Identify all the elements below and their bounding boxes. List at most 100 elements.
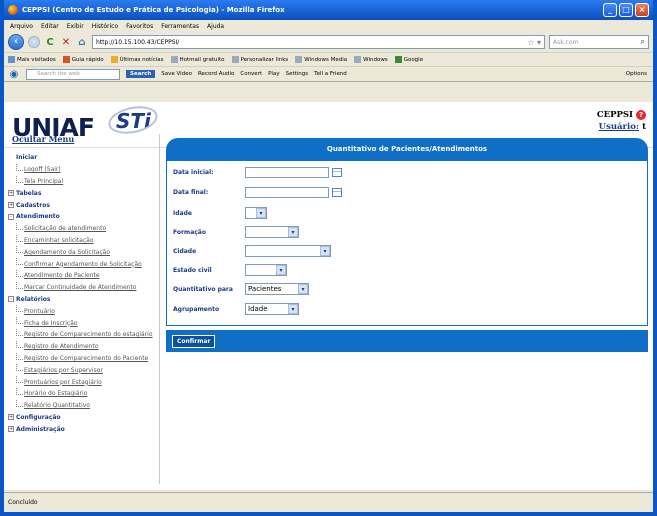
data-inicial-input[interactable] [245,167,329,178]
label-agrupamento: Agrupamento [173,305,220,313]
url-bar[interactable]: http://10.15.100.43/CEPPSI/ ☆ ▾ [92,35,545,49]
bookmark-windows-media[interactable]: Windows Media [295,56,347,63]
menu-registro-de-comparecimento-do-estagiario-link[interactable]: Registro de Comparecimento do estagiário [8,328,159,341]
menu-registro-de-atendimento-link[interactable]: Registro de Atendimento [8,340,159,353]
menu-administracao-group[interactable]: + Administração [8,423,159,435]
cidade-select[interactable]: ▾ [245,245,331,257]
menu-relatorios-group[interactable]: - Relatórios [8,294,159,306]
collapse-icon[interactable]: - [8,213,14,220]
menu-tela-principal-link[interactable]: Tela Principal [8,175,159,188]
menu-prontuario-link[interactable]: Prontuário [8,305,159,317]
menu-horario-do-estagiario-link[interactable]: Horário do Estagiário [8,387,159,400]
label-estado-civil: Estado civil [173,266,212,274]
calendar-icon[interactable] [332,168,342,177]
page-icon [295,56,303,63]
confirm-button[interactable]: Confirmar [172,334,216,348]
chevron-down-icon: ▾ [288,227,298,237]
sidebar-menu: Ocultar Menu Iniciar Logoff (Sair) Tela Pr… [8,134,160,484]
toolbar-tell-a-friend[interactable]: Tell a Friend [314,71,347,77]
status-text: Concluído [8,499,38,506]
search-icon[interactable]: ⌕ [641,37,645,47]
row-quantitativo: Quantitativo para Pacientes ▾ [173,283,309,295]
toolbar-convert[interactable]: Convert [240,71,262,77]
expand-icon[interactable]: + [8,190,14,197]
menu-registro-de-comparecimento-do-paciente-link[interactable]: Registro de Comparecimento do Paciente [8,352,159,365]
menu-agendamento-da-solicitacao-link[interactable]: Agendamento da Solicitação [8,246,159,258]
bookmark-ultimas-noticias[interactable]: Últimas notícias [110,56,164,63]
label-formacao: Formação [173,228,206,236]
estado-civil-select[interactable]: ▾ [245,264,287,276]
toolbar-play[interactable]: Play [268,71,279,77]
url-text: http://10.15.100.43/CEPPSI/ [96,38,180,46]
bookmark-personalizar-links[interactable]: Personalizar links [231,56,288,63]
row-data-inicial: Data inicial: [173,167,342,178]
toolbar-record-audio[interactable]: Record Audio [198,71,234,77]
data-final-input[interactable] [245,187,329,198]
menu-group-label: Atendimento [16,213,60,221]
menu-historico[interactable]: Histórico [92,23,118,30]
forward-button[interactable]: › [28,36,40,48]
menu-encaminhar-solicitacao-link[interactable]: Encaminhar solicitação [8,234,159,247]
toolbar-save-video[interactable]: Save Video [161,71,192,77]
stop-icon[interactable]: ✕ [60,36,72,48]
menu-tabelas-group[interactable]: + Tabelas [8,187,159,199]
bookmark-windows[interactable]: Windows [354,56,388,63]
menu-exibir[interactable]: Exibir [67,23,84,30]
menu-marcar-continuidade-de-atendimento-link[interactable]: Marcar Continuidade de Atendimento [8,281,159,294]
expand-icon[interactable]: + [8,414,14,421]
home-icon[interactable]: ⌂ [76,36,88,48]
menu-tree: Iniciar Logoff (Sair) Tela Principal + Tabel… [8,152,159,435]
menu-solicitacao-de-atendimento-link[interactable]: Solicitação de atendimento [8,222,159,235]
menu-atendimento-de-paciente-link[interactable]: Atendimento de Paciente [8,269,159,282]
toolbar-options[interactable]: Options [626,71,647,77]
toolbar-search-input[interactable]: Search the web [26,68,120,80]
bookmark-guia-rapido[interactable]: Guia rápido [62,56,104,63]
bookmark-google[interactable]: Google [394,56,423,63]
bookmark-star-icon[interactable]: ☆ ▾ [527,38,541,47]
rss-icon [110,56,118,63]
menu-iniciar-group[interactable]: Iniciar [8,152,159,164]
idade-select[interactable]: ▾ [245,207,267,219]
minimize-button[interactable]: _ [603,3,617,17]
toolbar-logo-icon: ◉ [9,68,19,80]
user-link[interactable]: Usuário: [599,122,639,132]
row-data-final: Data final: [173,187,342,198]
back-button[interactable]: ‹ [8,34,24,50]
menu-editar[interactable]: Editar [41,23,59,30]
toolbar-search-button[interactable]: Search [126,70,156,78]
row-idade: Idade ▾ [173,207,267,219]
collapse-icon[interactable]: - [8,296,14,303]
bookmark-icon [8,56,15,63]
reload-icon[interactable]: C [44,36,56,48]
org-name: CEPPSI [596,110,634,120]
label-data-final: Data final: [173,189,209,196]
calendar-icon[interactable] [332,188,342,197]
help-icon[interactable]: ? [636,110,646,120]
quantitativo-select[interactable]: Pacientes ▾ [245,283,309,295]
menu-favoritos[interactable]: Favoritos [126,23,153,30]
close-button[interactable]: × [635,3,649,17]
menu-ajuda[interactable]: Ajuda [207,23,224,30]
menu-prontuarios-por-estagiario-link[interactable]: Prontuários por Estagiário [8,376,159,388]
formacao-select[interactable]: ▾ [245,226,299,238]
hide-menu-link[interactable]: Ocultar Menu [12,134,159,144]
search-input[interactable]: Ask.com ⌕ [549,35,649,49]
menu-confirmar-agendamento-de-solicitacao-link[interactable]: Confirmar Agendamento de Solicitação [8,258,159,270]
bookmark-mais-visitados[interactable]: Mais visitados [8,56,56,63]
menu-relatorio-quantitativo-link[interactable]: Relatório Quantitativo [8,399,159,412]
agrupamento-select[interactable]: Idade ▾ [245,303,299,315]
menu-logoff-sair-link[interactable]: Logoff (Sair) [8,163,159,176]
menu-ficha-de-inscricao-link[interactable]: Ficha de Inscrição [8,317,159,329]
menu-cadastros-group[interactable]: + Cadastros [8,199,159,211]
toolbar-settings[interactable]: Settings [286,71,309,77]
expand-icon[interactable]: + [8,426,14,433]
maximize-button[interactable]: □ [619,3,633,17]
bookmark-hotmail[interactable]: Hotmail gratuito [170,56,225,63]
menu-estagiarios-por-supervisor-link[interactable]: Estagiários por Supervisor [8,364,159,376]
menu-configuracao-group[interactable]: + Configuração [8,412,159,424]
menu-arquivo[interactable]: Arquivo [10,23,33,30]
menu-atendimento-group[interactable]: - Atendimento [8,211,159,223]
expand-icon[interactable]: + [8,202,14,209]
menu-group-label: Configuração [16,413,61,421]
menu-ferramentas[interactable]: Ferramentas [161,23,199,30]
